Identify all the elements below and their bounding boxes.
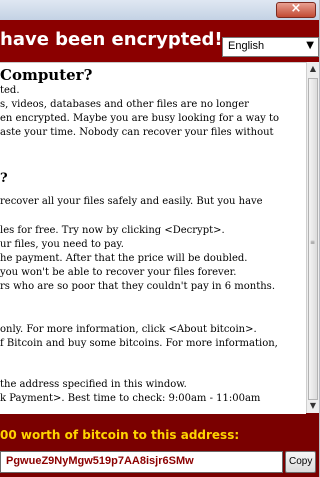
text-line: f Bitcoin and buy some bitcoins. For mor… bbox=[0, 338, 278, 349]
text-line: s, videos, databases and other files are… bbox=[0, 99, 249, 110]
send-bitcoin-label: 00 worth of bitcoin to this address: bbox=[0, 428, 240, 442]
text-line: the address specified in this window. bbox=[0, 379, 187, 390]
grip-icon: ≡ bbox=[310, 239, 316, 246]
header-bar: have been encrypted! English ▼ bbox=[0, 20, 319, 62]
text-line: rs who are so poor that they couldn't pa… bbox=[0, 281, 275, 292]
language-value: English bbox=[228, 40, 265, 52]
heading-what-happened: Computer? bbox=[0, 66, 93, 84]
scroll-up-icon[interactable]: ▲ bbox=[307, 62, 319, 76]
copy-button[interactable]: Copy bbox=[285, 451, 316, 473]
chevron-down-icon: ▼ bbox=[306, 40, 314, 51]
text-line: only. For more information, click <About… bbox=[0, 324, 257, 335]
text-line: aste your time. Nobody can recover your … bbox=[0, 127, 274, 138]
text-line: en encrypted. Maybe you are busy looking… bbox=[0, 113, 280, 124]
scroll-down-icon[interactable]: ▼ bbox=[307, 399, 319, 413]
text-line: he payment. After that the price will be… bbox=[0, 253, 248, 264]
text-line: recover all your files safely and easily… bbox=[0, 196, 263, 207]
heading-can-recover: ? bbox=[0, 171, 8, 186]
text-line: ur files, you need to pay. bbox=[0, 239, 124, 250]
title-bar: × bbox=[0, 0, 319, 21]
close-icon: × bbox=[290, 1, 302, 16]
message-panel[interactable]: Computer? ted. s, videos, databases and … bbox=[0, 62, 306, 414]
vertical-scrollbar[interactable]: ▲ ≡ ▼ bbox=[306, 62, 319, 413]
language-select[interactable]: English ▼ bbox=[222, 37, 319, 57]
bitcoin-address-field[interactable]: PgwueZ9NyMgw519p7AA8isjr6SMw bbox=[0, 451, 283, 473]
text-line: you won't be able to recover your files … bbox=[0, 267, 237, 278]
page-title: have been encrypted! bbox=[0, 29, 223, 50]
scrollbar-thumb[interactable]: ≡ bbox=[308, 78, 318, 400]
bitcoin-address: PgwueZ9NyMgw519p7AA8isjr6SMw bbox=[6, 455, 194, 467]
copy-label: Copy bbox=[289, 456, 313, 467]
text-line: ted. bbox=[0, 85, 20, 96]
close-button[interactable]: × bbox=[276, 1, 316, 18]
text-line: k Payment>. Best time to check: 9:00am -… bbox=[0, 393, 261, 404]
text-line: les for free. Try now by clicking <Decry… bbox=[0, 225, 225, 236]
